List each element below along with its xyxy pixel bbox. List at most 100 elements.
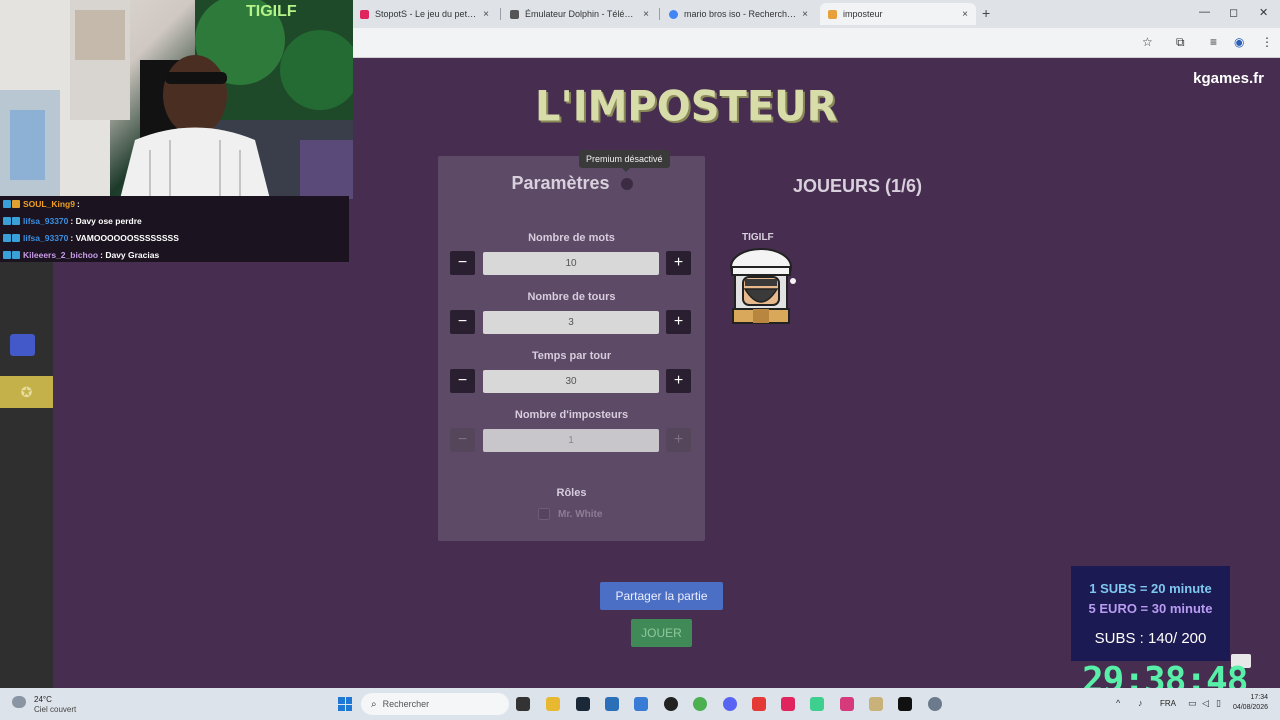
rounds-count-input[interactable]: 3 [483,311,659,334]
volume-icon[interactable]: ◁ [1202,698,1209,709]
webcam-overlay: TIGILF [0,0,353,199]
words-decrement-button[interactable]: − [450,251,475,275]
app-folder-icon[interactable] [869,697,883,711]
cloud-icon[interactable] [12,696,26,708]
webcam-image [0,0,353,199]
play-button[interactable]: JOUER [631,619,692,647]
mr-white-label: Mr. White [558,508,603,520]
app-icon[interactable] [634,697,648,711]
file-explorer-icon[interactable] [546,697,560,711]
stream-chat: SOUL_King9: lifsa_93370: Davy ose perdre… [0,196,349,262]
menu-icon[interactable]: ⋮ [1261,35,1273,49]
badge-icon [12,217,20,225]
chrome-icon[interactable] [693,697,707,711]
subs-goal-panel: 1 SUBS = 20 minute 5 EURO = 30 minute SU… [1071,566,1230,661]
words-increment-button[interactable]: + [666,251,691,275]
badge-icon [12,200,20,208]
euro-rule-line: 5 EURO = 30 minute [1088,601,1213,616]
new-tab-button[interactable]: + [982,5,990,21]
badge-icon [3,251,11,259]
star-icon[interactable]: ☆ [1142,35,1153,49]
tab-google-search[interactable]: mario bros iso - Recherche Google × [661,3,816,25]
imposteur-favicon-icon [828,9,837,19]
settings-panel: Paramètres Nombre de mots − 10 + Nombre … [438,156,705,541]
dolphin-favicon-icon [510,9,519,19]
site-name[interactable]: kgames.fr [1193,70,1264,87]
game-logo: L'IMPOSTEUR [535,82,838,132]
screen: StopotS - Le jeu du petit bac en ligne ×… [0,0,1280,720]
search-icon: ⌕ [371,698,377,710]
chevron-up-icon[interactable]: ^ [1116,698,1120,708]
tab-separator [659,8,660,20]
battery-icon[interactable]: ▯ [1216,698,1221,709]
rounds-increment-button[interactable]: + [666,310,691,334]
tab-dolphin[interactable]: Émulateur Dolphin - Télécharger × [502,3,657,25]
badge-icon [3,217,11,225]
info-icon[interactable] [621,178,633,190]
windows-taskbar: 24°C Ciel couvert ⌕ Rechercher ^ ♪ FRA ▭… [0,688,1280,720]
minimize-button[interactable]: — [1199,6,1210,18]
close-tab-icon[interactable]: × [643,9,649,20]
app-pink-icon[interactable] [840,697,854,711]
webcam-neon-text: TIGILF [246,3,297,20]
google-favicon-icon [669,9,678,19]
settings-gear-icon[interactable] [928,697,942,711]
weather-description[interactable]: Ciel couvert [34,705,76,714]
network-icon[interactable]: ▭ [1188,698,1197,709]
roles-label: Rôles [556,487,587,499]
maximize-button[interactable]: ◻ [1229,6,1238,19]
media-icon[interactable]: ≡ [1210,35,1217,49]
task-view-icon[interactable] [516,697,530,711]
steam-icon[interactable] [576,697,590,711]
store-icon[interactable] [605,697,619,711]
subs-count: SUBS : 140/ 200 [1094,630,1207,647]
discord-icon[interactable] [723,697,737,711]
share-game-button[interactable]: Partager la partie [600,582,723,610]
tab-separator [500,8,501,20]
chat-message: Kileeers_2_bichoo: Davy Gracias [3,247,159,263]
windows-start-icon[interactable] [338,697,352,711]
players-title: JOUEURS (1/6) [793,176,923,196]
microphone-icon[interactable]: ♪ [1138,698,1143,708]
tooltip-arrow [622,168,630,172]
epic-games-icon[interactable] [898,697,912,711]
app-green-icon[interactable] [810,697,824,711]
taskbar-time[interactable]: 17:34 [1236,694,1268,701]
tab-stopots[interactable]: StopotS - Le jeu du petit bac en ligne × [352,3,497,25]
chat-message: SOUL_King9: [3,196,80,212]
chat-message: lifsa_93370: VAMOOOOOOSSSSSSSS [3,230,179,246]
tab-imposteur[interactable]: imposteur × [820,3,976,25]
youtube-icon[interactable] [752,697,766,711]
taskbar-date[interactable]: 04/08/2026 [1226,704,1268,711]
close-tab-icon[interactable]: × [802,9,808,20]
badge-icon [12,234,20,242]
stopots-favicon-icon [360,9,369,19]
profile-icon[interactable]: ◉ [1234,35,1244,49]
extension-icon[interactable]: ⧉ [1176,35,1185,50]
star-widget: ✪ [0,376,53,408]
words-count-input[interactable]: 10 [483,252,659,275]
obs-icon[interactable] [664,697,678,711]
turn-time-decrement-button[interactable]: − [450,369,475,393]
mr-white-checkbox[interactable] [538,508,550,520]
impostors-increment-button: + [666,428,691,452]
close-window-button[interactable]: ✕ [1259,6,1268,19]
badge-icon [3,234,11,242]
badge-icon [12,251,20,259]
rounds-count-label: Nombre de tours [527,291,616,303]
rounds-decrement-button[interactable]: − [450,310,475,334]
role-mr-white[interactable]: Mr. White [538,508,602,520]
taskbar-search[interactable]: ⌕ Rechercher [361,693,509,715]
close-tab-icon[interactable]: × [962,9,968,20]
turn-time-increment-button[interactable]: + [666,369,691,393]
weather-temperature[interactable]: 24°C [34,695,52,704]
subs-rule-line: 1 SUBS = 20 minute [1089,581,1212,596]
tiktok-icon[interactable] [781,697,795,711]
discord-widget-icon [10,334,35,356]
language-indicator[interactable]: FRA [1160,699,1176,708]
close-tab-icon[interactable]: × [483,9,489,20]
star-icon: ✪ [20,383,33,400]
player-avatar-icon [730,248,796,324]
impostors-decrement-button: − [450,428,475,452]
turn-time-input[interactable]: 30 [483,370,659,393]
